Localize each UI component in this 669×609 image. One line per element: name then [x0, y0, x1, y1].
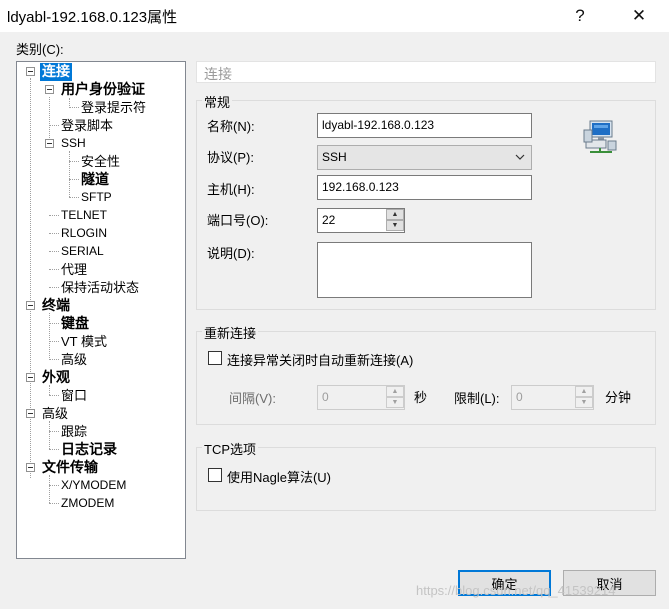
tree-item-login-prompts[interactable]: 登录提示符 [81, 99, 146, 117]
name-field[interactable]: ldyabl-192.168.0.123 [317, 113, 532, 138]
collapse-auth-icon[interactable] [45, 85, 54, 94]
close-button[interactable]: ✕ [617, 0, 661, 32]
interval-down-arrow-icon[interactable]: ▼ [386, 397, 404, 408]
tree-item-tunnel[interactable]: 隧道 [81, 171, 109, 189]
limit-down-arrow-icon[interactable]: ▼ [575, 397, 593, 408]
limit-stepper[interactable]: 0 ▲ ▼ [511, 385, 594, 410]
chevron-down-icon [515, 150, 525, 167]
section-title: 连接 [204, 66, 232, 82]
tree-item-window[interactable]: 窗口 [61, 387, 87, 405]
limit-value: 0 [516, 390, 523, 404]
tree-item-logging[interactable]: 日志记录 [61, 441, 117, 459]
tree-item-proxy[interactable]: 代理 [61, 261, 87, 279]
tree-item-keep-alive[interactable]: 保持活动状态 [61, 279, 139, 297]
limit-label: 限制(L): [454, 391, 500, 406]
tree-item-appearance[interactable]: 外观 [42, 369, 70, 387]
collapse-ssh-icon[interactable] [45, 139, 54, 148]
window-title: ldyabl-192.168.0.123属性 [7, 9, 178, 26]
tree-item-user-auth[interactable]: 用户身份验证 [61, 81, 145, 99]
nagle-label: 使用Nagle算法(U) [227, 470, 332, 485]
category-tree[interactable]: 连接 用户身份验证 登录提示符 登录脚本 SSH 安全性 隧道 SFTP TEL… [16, 61, 186, 559]
port-stepper[interactable]: 22 ▲ ▼ [317, 208, 405, 233]
auto-reconnect-label: 连接异常关闭时自动重新连接(A) [227, 353, 414, 368]
protocol-label: 协议(P): [207, 150, 254, 165]
description-label: 说明(D): [207, 246, 255, 261]
tree-item-sftp[interactable]: SFTP [81, 189, 112, 207]
description-field[interactable] [317, 242, 532, 298]
tree-item-keyboard[interactable]: 键盘 [61, 315, 89, 333]
tree-item-connection[interactable]: 连接 [40, 63, 72, 81]
tree-item-ssh[interactable]: SSH [61, 135, 86, 153]
tree-item-rlogin[interactable]: RLOGIN [61, 225, 107, 243]
collapse-terminal-icon[interactable] [26, 301, 35, 310]
collapse-advanced-icon[interactable] [26, 409, 35, 418]
interval-up-arrow-icon[interactable]: ▲ [386, 386, 404, 397]
tree-item-zmodem[interactable]: ZMODEM [61, 495, 114, 513]
network-computer-icon [582, 118, 618, 154]
tree-item-vt-mode[interactable]: VT 模式 [61, 333, 107, 351]
tree-item-file-transfer[interactable]: 文件传输 [42, 459, 98, 477]
host-field[interactable]: 192.168.0.123 [317, 175, 532, 200]
tree-item-advanced[interactable]: 高级 [42, 405, 68, 423]
reconnect-group-label: 重新连接 [202, 323, 259, 342]
collapse-file-transfer-icon[interactable] [26, 463, 35, 472]
interval-stepper[interactable]: 0 ▲ ▼ [317, 385, 405, 410]
tree-item-terminal-advanced[interactable]: 高级 [61, 351, 87, 369]
tree-item-security[interactable]: 安全性 [81, 153, 120, 171]
auto-reconnect-checkbox[interactable] [208, 351, 222, 365]
host-label: 主机(H): [207, 182, 255, 197]
protocol-value: SSH [322, 150, 347, 164]
port-label: 端口号(O): [207, 213, 269, 228]
tree-item-serial[interactable]: SERIAL [61, 243, 104, 261]
interval-label: 间隔(V): [229, 391, 276, 406]
name-label: 名称(N): [207, 119, 255, 134]
limit-unit: 分钟 [605, 390, 632, 405]
help-button[interactable]: ? [558, 0, 602, 32]
category-label: 类别(C): [16, 42, 64, 57]
tree-item-xymodem[interactable]: X/YMODEM [61, 477, 126, 495]
limit-up-arrow-icon[interactable]: ▲ [575, 386, 593, 397]
interval-value: 0 [322, 390, 329, 404]
protocol-select[interactable]: SSH [317, 145, 532, 170]
watermark: https://blog.csdn.net/qq_41539214 [416, 583, 616, 598]
port-down-arrow-icon[interactable]: ▼ [386, 220, 404, 231]
tree-item-terminal[interactable]: 终端 [42, 297, 70, 315]
tcp-group-label: TCP选项 [202, 439, 259, 458]
interval-unit: 秒 [414, 390, 428, 405]
reconnect-group [196, 331, 656, 425]
port-up-arrow-icon[interactable]: ▲ [386, 209, 404, 220]
port-value: 22 [322, 213, 336, 227]
tree-item-login-script[interactable]: 登录脚本 [61, 117, 113, 135]
section-header [196, 61, 656, 83]
collapse-connection-icon[interactable] [26, 67, 35, 76]
collapse-appearance-icon[interactable] [26, 373, 35, 382]
general-group-label: 常规 [202, 92, 233, 111]
nagle-checkbox[interactable] [208, 468, 222, 482]
tree-item-trace[interactable]: 跟踪 [61, 423, 87, 441]
tree-item-telnet[interactable]: TELNET [61, 207, 107, 225]
